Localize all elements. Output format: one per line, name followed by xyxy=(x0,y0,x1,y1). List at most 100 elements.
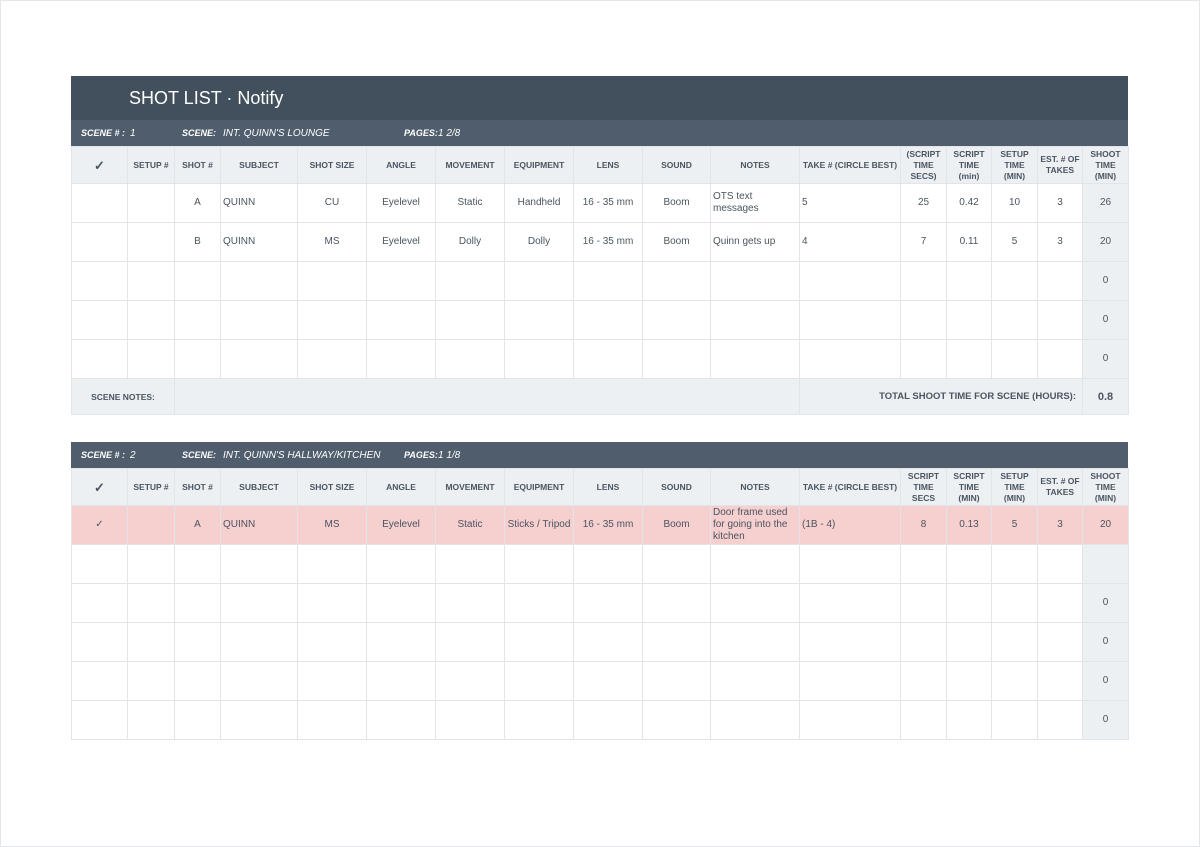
lens-cell[interactable] xyxy=(573,300,643,340)
lens-cell[interactable]: 16 - 35 mm xyxy=(573,183,643,223)
check-cell[interactable] xyxy=(71,544,128,584)
takes-cell[interactable] xyxy=(1037,622,1083,662)
sound-cell[interactable]: Boom xyxy=(642,183,711,223)
notes-cell[interactable]: Quinn gets up xyxy=(710,222,800,262)
scene-name-value[interactable]: INT. QUINN'S LOUNGE xyxy=(223,128,404,139)
sound-cell[interactable] xyxy=(642,583,711,623)
script-secs-cell[interactable] xyxy=(900,622,947,662)
scene-number-value[interactable]: 1 xyxy=(130,128,182,139)
movement-cell[interactable]: Dolly xyxy=(435,222,505,262)
take-cell[interactable]: 5 xyxy=(799,183,901,223)
shot-size-cell[interactable] xyxy=(297,300,367,340)
movement-cell[interactable] xyxy=(435,583,505,623)
setup-cell[interactable] xyxy=(127,222,175,262)
movement-cell[interactable] xyxy=(435,622,505,662)
setup-time-cell[interactable] xyxy=(991,700,1038,740)
take-cell[interactable] xyxy=(799,661,901,701)
takes-cell[interactable]: 3 xyxy=(1037,183,1083,223)
subject-cell[interactable] xyxy=(220,261,298,301)
equipment-cell[interactable] xyxy=(504,622,574,662)
angle-cell[interactable]: Eyelevel xyxy=(366,222,436,262)
script-secs-cell[interactable] xyxy=(900,339,947,379)
shot-size-cell[interactable]: MS xyxy=(297,222,367,262)
setup-time-cell[interactable]: 5 xyxy=(991,222,1038,262)
shot-size-cell[interactable]: CU xyxy=(297,183,367,223)
shot-cell[interactable] xyxy=(174,661,221,701)
equipment-cell[interactable] xyxy=(504,700,574,740)
take-cell[interactable] xyxy=(799,300,901,340)
angle-cell[interactable] xyxy=(366,339,436,379)
shot-cell[interactable] xyxy=(174,583,221,623)
setup-time-cell[interactable]: 10 xyxy=(991,183,1038,223)
check-cell[interactable] xyxy=(71,622,128,662)
angle-cell[interactable] xyxy=(366,661,436,701)
table-row[interactable]: 0 xyxy=(71,661,1129,701)
check-cell[interactable] xyxy=(71,261,128,301)
subject-cell[interactable]: QUINN xyxy=(220,505,298,545)
takes-cell[interactable] xyxy=(1037,339,1083,379)
subject-cell[interactable] xyxy=(220,300,298,340)
movement-cell[interactable] xyxy=(435,261,505,301)
table-row[interactable] xyxy=(71,544,1129,584)
scene-name-value[interactable]: INT. QUINN'S HALLWAY/KITCHEN xyxy=(223,450,404,461)
setup-cell[interactable] xyxy=(127,700,175,740)
pages-value[interactable]: 1 2/8 xyxy=(438,128,460,139)
subject-cell[interactable] xyxy=(220,544,298,584)
script-secs-cell[interactable] xyxy=(900,261,947,301)
sound-cell[interactable]: Boom xyxy=(642,222,711,262)
subject-cell[interactable] xyxy=(220,622,298,662)
sound-cell[interactable] xyxy=(642,261,711,301)
take-cell[interactable] xyxy=(799,583,901,623)
equipment-cell[interactable]: Sticks / Tripod xyxy=(504,505,574,545)
setup-time-cell[interactable] xyxy=(991,300,1038,340)
check-cell[interactable] xyxy=(71,583,128,623)
check-cell[interactable]: ✓ xyxy=(71,505,128,545)
subject-cell[interactable]: QUINN xyxy=(220,222,298,262)
take-cell[interactable] xyxy=(799,544,901,584)
setup-cell[interactable] xyxy=(127,300,175,340)
lens-cell[interactable] xyxy=(573,261,643,301)
notes-cell[interactable] xyxy=(710,300,800,340)
lens-cell[interactable]: 16 - 35 mm xyxy=(573,222,643,262)
setup-cell[interactable] xyxy=(127,183,175,223)
movement-cell[interactable] xyxy=(435,544,505,584)
script-secs-cell[interactable] xyxy=(900,700,947,740)
takes-cell[interactable]: 3 xyxy=(1037,505,1083,545)
script-secs-cell[interactable]: 7 xyxy=(900,222,947,262)
notes-cell[interactable] xyxy=(710,261,800,301)
table-row[interactable]: 0 xyxy=(71,700,1129,740)
shot-size-cell[interactable] xyxy=(297,661,367,701)
shot-cell[interactable]: B xyxy=(174,222,221,262)
subject-cell[interactable] xyxy=(220,661,298,701)
takes-cell[interactable] xyxy=(1037,300,1083,340)
sound-cell[interactable] xyxy=(642,300,711,340)
takes-cell[interactable] xyxy=(1037,261,1083,301)
setup-cell[interactable] xyxy=(127,544,175,584)
setup-time-cell[interactable] xyxy=(991,544,1038,584)
angle-cell[interactable]: Eyelevel xyxy=(366,183,436,223)
setup-time-cell[interactable] xyxy=(991,339,1038,379)
setup-cell[interactable] xyxy=(127,339,175,379)
takes-cell[interactable] xyxy=(1037,661,1083,701)
shot-size-cell[interactable] xyxy=(297,622,367,662)
lens-cell[interactable] xyxy=(573,544,643,584)
movement-cell[interactable] xyxy=(435,339,505,379)
notes-cell[interactable] xyxy=(710,583,800,623)
subject-cell[interactable] xyxy=(220,339,298,379)
table-row[interactable]: 0 xyxy=(71,261,1129,301)
lens-cell[interactable] xyxy=(573,339,643,379)
script-secs-cell[interactable]: 25 xyxy=(900,183,947,223)
shot-size-cell[interactable] xyxy=(297,544,367,584)
setup-time-cell[interactable] xyxy=(991,261,1038,301)
setup-time-cell[interactable]: 5 xyxy=(991,505,1038,545)
angle-cell[interactable] xyxy=(366,261,436,301)
lens-cell[interactable] xyxy=(573,661,643,701)
notes-cell[interactable]: OTS text messages xyxy=(710,183,800,223)
subject-cell[interactable]: QUINN xyxy=(220,183,298,223)
angle-cell[interactable] xyxy=(366,622,436,662)
shot-cell[interactable] xyxy=(174,700,221,740)
table-row[interactable]: 0 xyxy=(71,583,1129,623)
notes-cell[interactable] xyxy=(710,544,800,584)
table-row[interactable]: 0 xyxy=(71,622,1129,662)
shot-size-cell[interactable] xyxy=(297,261,367,301)
